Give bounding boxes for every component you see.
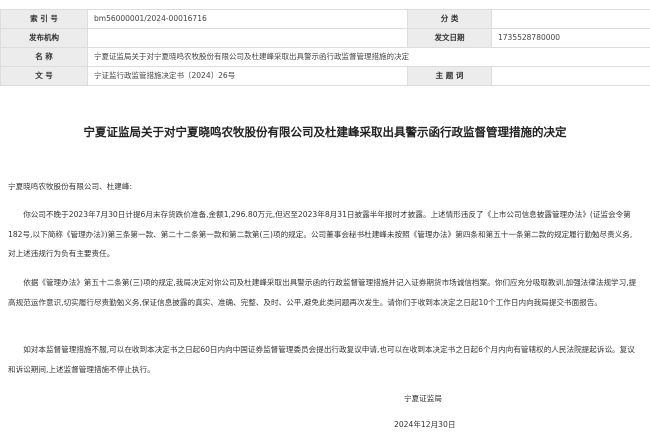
keywords-label: 主 题 词 (407, 66, 493, 86)
index-number-label: 索 引 号 (0, 9, 88, 29)
metadata-row-doc-number: 文 号 宁证监行政监管措施决定书〔2024〕26号 主 题 词 (0, 66, 650, 86)
body-paragraph-1: 你公司不晚于2023年7月30日计提6月末存货跌价准备,金额1,296.80万元… (8, 210, 633, 258)
issue-date-value: 1735528780000 (491, 28, 650, 48)
addressee: 宁夏晓鸣农牧股份有限公司、杜建峰: (8, 182, 133, 191)
issue-date-label: 发文日期 (407, 28, 493, 48)
publisher-value (86, 28, 409, 48)
issuer-signature: 宁夏证监局 (404, 394, 442, 403)
signing-date: 2024年12月30日 (394, 420, 456, 429)
index-number-value: bm56000001/2024-00016716 (86, 9, 409, 29)
metadata-row-index: 索 引 号 bm56000001/2024-00016716 分 类 (0, 9, 650, 29)
body-paragraph-2: 依据《管理办法》第五十二条第(三)项的规定,我局决定对你公司及杜建峰采取出具警示… (8, 278, 637, 307)
metadata-row-name: 名 称 宁夏证监局关于对宁夏晓鸣农牧股份有限公司及杜建峰采取出具警示函行政监督管… (0, 47, 650, 67)
category-label: 分 类 (407, 9, 493, 29)
body-paragraph-3: 如对本监督管理措施不服,可以在收到本决定书之日起60日内向中国证券监督管理委员会… (8, 345, 635, 374)
document-metadata-table: 索 引 号 bm56000001/2024-00016716 分 类 发布机构 … (0, 9, 650, 86)
name-value: 宁夏证监局关于对宁夏晓鸣农牧股份有限公司及杜建峰采取出具警示函行政监督管理措施的… (86, 47, 650, 67)
publisher-label: 发布机构 (0, 28, 88, 48)
name-label: 名 称 (0, 47, 88, 67)
keywords-value (491, 66, 650, 86)
document-title: 宁夏证监局关于对宁夏晓鸣农牧股份有限公司及杜建峰采取出具警示函行政监督管理措施的… (83, 125, 567, 139)
doc-number-value: 宁证监行政监管措施决定书〔2024〕26号 (86, 66, 409, 86)
doc-number-label: 文 号 (0, 66, 88, 86)
metadata-row-publisher: 发布机构 发文日期 1735528780000 (0, 28, 650, 48)
category-value (491, 9, 650, 29)
